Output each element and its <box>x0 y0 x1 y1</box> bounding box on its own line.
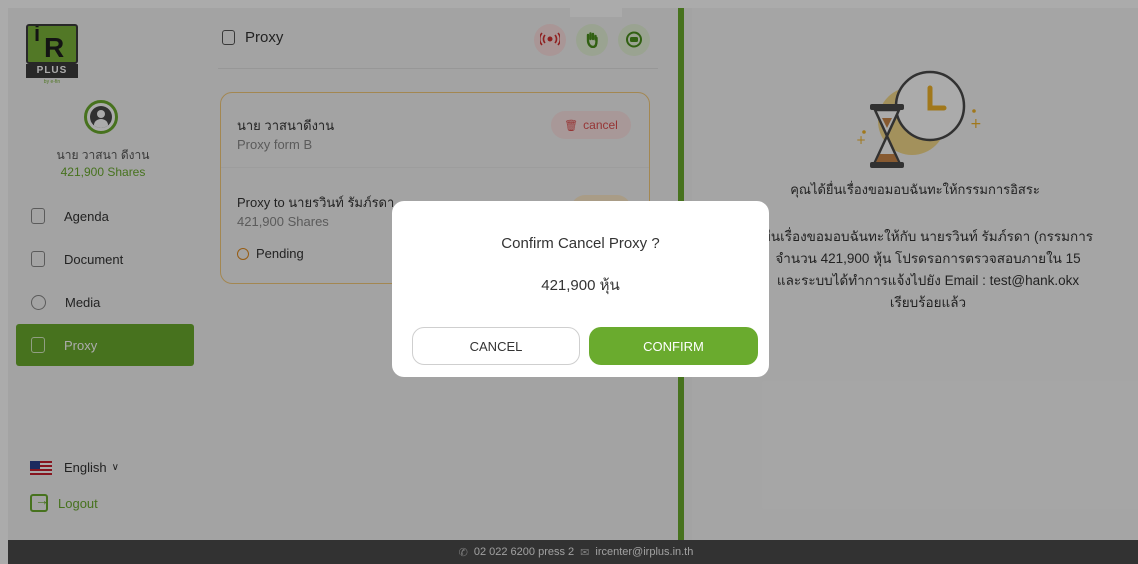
dialog-subtitle: 421,900 หุ้น <box>541 277 620 294</box>
cancel-button[interactable]: CANCEL <box>412 327 580 365</box>
confirm-button[interactable]: CONFIRM <box>589 327 758 365</box>
dialog-title: Confirm Cancel Proxy ? <box>501 235 660 252</box>
confirm-cancel-dialog: Confirm Cancel Proxy ? 421,900 หุ้น CANC… <box>392 201 769 377</box>
